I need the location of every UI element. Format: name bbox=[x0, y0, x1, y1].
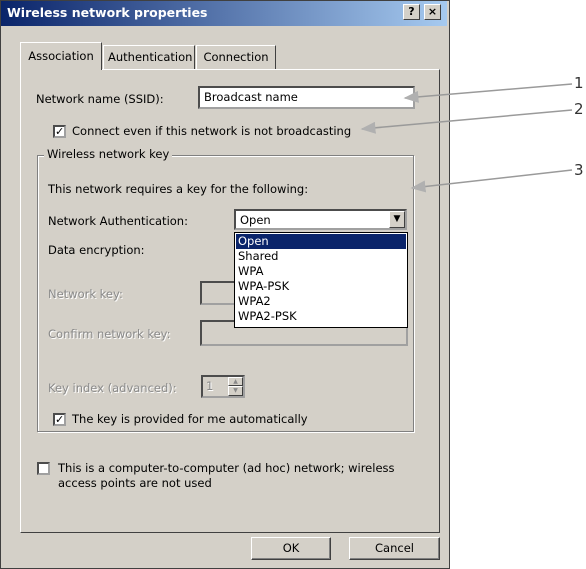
callout-arrows bbox=[360, 83, 573, 193]
